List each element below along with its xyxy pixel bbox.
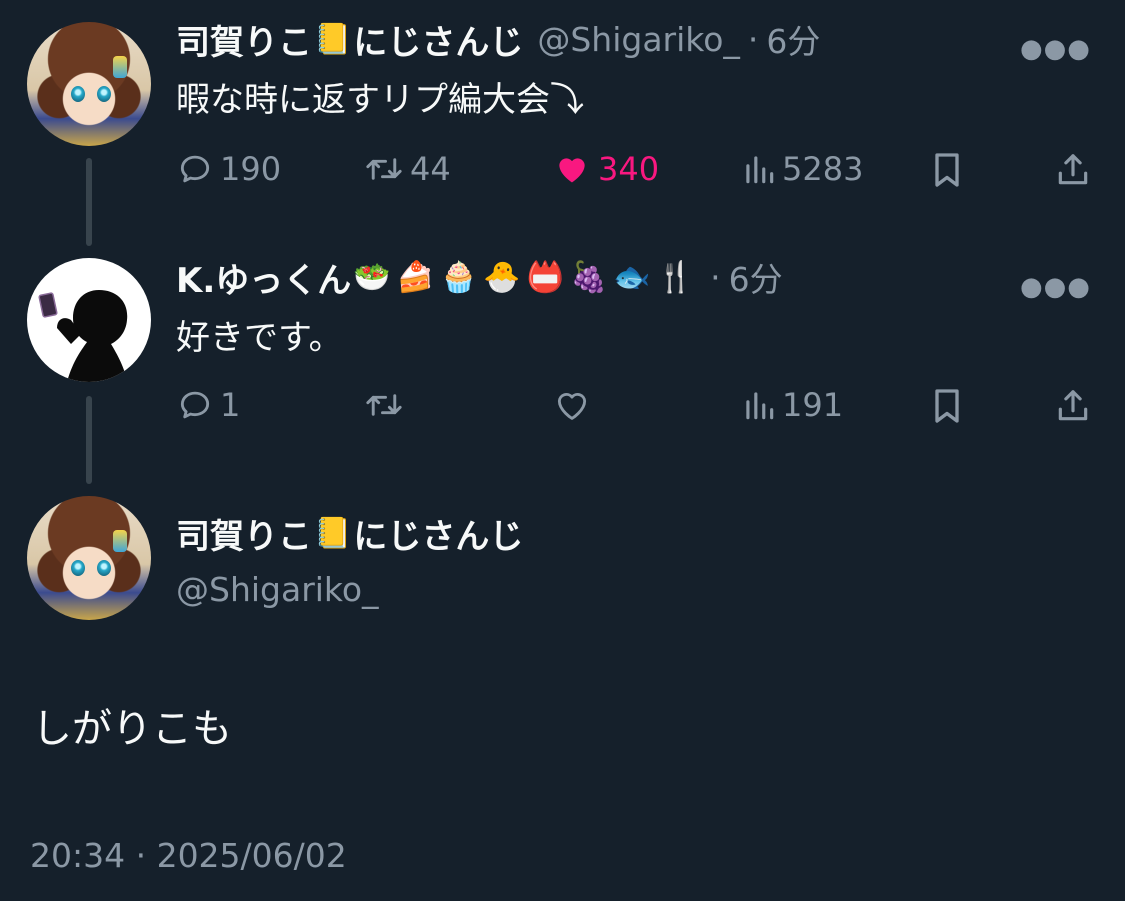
handle[interactable]: @Shigariko_	[537, 20, 740, 59]
reply-icon	[180, 391, 210, 419]
display-name-row[interactable]: 司賀りこ 📒 にじさんじ	[176, 509, 523, 558]
tweet-text: 好きです。	[176, 318, 343, 358]
retweet-icon	[366, 394, 402, 416]
tweet-time[interactable]: 6分	[766, 15, 820, 63]
bookmark-button[interactable]	[930, 386, 964, 426]
tweet-1[interactable]: 司賀りこ 📒 にじさんじ @Shigariko_ · 6分 ●●● 暇な時に返す…	[176, 16, 1101, 121]
separator-dot: ·	[747, 19, 759, 59]
views-button[interactable]: 5283	[742, 150, 863, 188]
tweet-2[interactable]: K.ゆっくん 🥗🍰🧁🐣📛🍇🐟🍴 · 6分 ●●● 好きです。	[176, 254, 1101, 359]
avatar[interactable]	[27, 258, 151, 382]
more-icon[interactable]: ●●●	[1020, 272, 1091, 302]
reply-icon	[180, 155, 210, 183]
avatar[interactable]	[27, 496, 151, 620]
notebook-emoji: 📒	[314, 21, 352, 57]
display-name-suffix[interactable]: にじさんじ	[353, 15, 523, 64]
retweet-count: 44	[410, 150, 451, 188]
views-icon	[746, 156, 774, 184]
reply-button[interactable]: 1	[176, 386, 240, 424]
reply-button[interactable]: 190	[176, 150, 281, 188]
tweet-header: 司賀りこ 📒 にじさんじ @Shigariko_ · 6分	[176, 15, 1101, 64]
views-count: 191	[782, 386, 844, 424]
tweet-time[interactable]: 6分	[729, 253, 783, 301]
separator-dot: ·	[710, 257, 721, 297]
display-name[interactable]: K.ゆっくん	[176, 253, 351, 302]
display-name[interactable]: 司賀りこ	[176, 15, 312, 64]
silhouette-avatar-image	[38, 290, 128, 382]
heart-icon	[557, 393, 587, 420]
focused-tweet-header: 司賀りこ 📒 にじさんじ @Shigariko_	[176, 509, 523, 610]
bookmark-button[interactable]	[930, 150, 964, 190]
tweet-header: K.ゆっくん 🥗🍰🧁🐣📛🍇🐟🍴 · 6分	[176, 253, 1101, 302]
display-name-suffix[interactable]: にじさんじ	[353, 509, 523, 558]
share-icon	[1058, 390, 1088, 421]
retweet-button[interactable]: 44	[364, 150, 451, 188]
share-button[interactable]	[1054, 386, 1092, 426]
reply-count: 1	[220, 386, 241, 424]
tweet-actions: 1 191	[176, 386, 1101, 430]
reply-count: 190	[220, 150, 282, 188]
heart-icon	[559, 158, 585, 183]
like-count: 340	[598, 150, 660, 188]
tweet-timestamp[interactable]: 20:34 · 2025/06/02	[30, 836, 347, 875]
views-count: 5283	[782, 150, 864, 188]
tweet-actions: 190 44 340 5283	[176, 150, 1101, 194]
like-button[interactable]	[552, 386, 598, 424]
retweet-button[interactable]	[364, 386, 410, 424]
views-button[interactable]: 191	[742, 386, 843, 424]
share-icon	[1058, 154, 1088, 185]
food-emojis: 🥗🍰🧁🐣📛🍇🐟🍴	[353, 259, 701, 295]
views-icon	[746, 392, 774, 420]
retweet-icon	[366, 158, 402, 180]
bookmark-icon	[935, 153, 959, 187]
more-icon[interactable]: ●●●	[1020, 34, 1091, 64]
notebook-emoji: 📒	[314, 515, 352, 551]
avatar[interactable]	[27, 22, 151, 146]
thread-line	[86, 158, 92, 246]
share-button[interactable]	[1054, 150, 1092, 190]
bookmark-icon	[935, 389, 959, 423]
thread-line	[86, 396, 92, 484]
focused-tweet-text: しがりこも	[32, 706, 232, 752]
like-button[interactable]: 340	[552, 150, 659, 188]
handle[interactable]: @Shigariko_	[176, 570, 523, 609]
tweet-text: 暇な時に返すリプ編大会⤵	[176, 80, 584, 120]
display-name[interactable]: 司賀りこ	[176, 509, 312, 558]
